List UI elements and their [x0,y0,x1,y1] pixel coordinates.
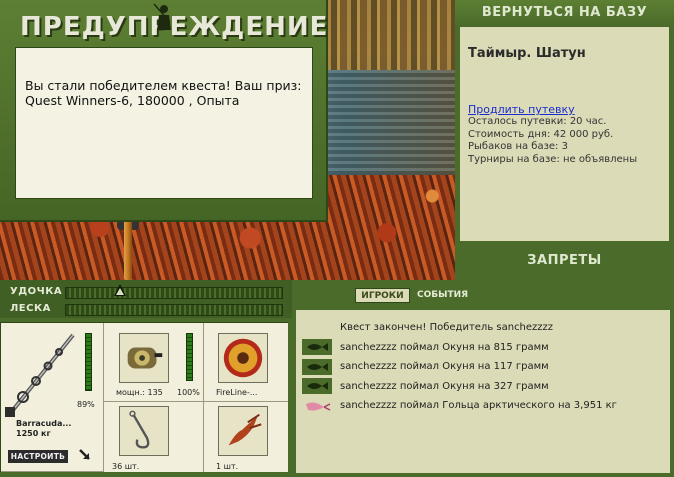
tune-button[interactable]: НАСТРОИТЬ [8,450,68,463]
line-spool-icon [223,338,263,378]
fisherman-icon [153,3,171,30]
reel-power: мощн.: 135 [116,388,163,397]
rod-bar-row: УДОЧКА [0,284,292,301]
rod-weight: 1250 кг [16,429,51,438]
rod-condition-gauge [85,333,92,391]
reel-slot[interactable]: мощн.: 135 100% [104,323,204,402]
event-text: Квест закончен! Победитель sanchezzzz [340,322,554,334]
line-bar-row: ЛЕСКА [0,301,292,318]
warning-dialog: ПРЕДУПРЕЖДЕНИЕ Вы стали победителем квес… [0,0,328,222]
bait-lure-icon [228,413,262,446]
fish-icon [302,378,332,395]
base-tournaments: Турниры на базе: не объявлены [468,153,638,165]
warning-message: Вы стали победителем квеста! Ваш приз: Q… [15,47,313,199]
reel-icon [127,347,163,369]
rod-bar-label: УДОЧКА [10,286,63,297]
event-text: sanchezzzz поймал Гольца арктического на… [340,400,617,412]
events-panel: ИГРОКИ СОБЫТИЯ Квест закончен! Победител… [292,280,674,477]
event-text: sanchezzzz поймал Окуня на 117 грамм [340,361,549,373]
rod-tension-marker-inner [115,288,124,295]
hook-slot[interactable]: 36 шт. [104,402,204,472]
bait-slot[interactable]: 1 шт. [204,402,288,472]
extend-pass-link[interactable]: Продлить путевку [468,103,661,116]
list-item: sanchezzzz поймал Окуня на 117 грамм [302,357,670,377]
line-name: FireLine-... [216,388,258,397]
return-to-base-button[interactable]: ВЕРНУТЬСЯ НА БАЗУ [455,0,674,26]
rod-tension-bar [65,287,283,299]
lure-icon [306,402,331,411]
tab-events[interactable]: СОБЫТИЯ [417,288,468,303]
base-time-left: Осталось путевки: 20 час. [468,116,607,127]
line-slot[interactable]: FireLine-... [204,323,288,402]
list-item: sanchezzzz поймал Гольца арктического на… [302,396,670,416]
base-panel: ВЕРНУТЬСЯ НА БАЗУ Таймыр. Шатун Продлить… [455,0,674,280]
equipment-grid: 89% Barracuda... 1250 кг НАСТРОИТЬ мощн.… [0,322,288,472]
fish-icon [302,358,332,375]
bans-button[interactable]: ЗАПРЕТЫ [455,250,674,272]
base-name: Таймыр. Шатун [468,46,586,61]
list-item: sanchezzzz поймал Окуня на 327 грамм [302,377,670,397]
rod-condition-text: 89% [77,400,95,409]
reel-condition-gauge [186,333,193,381]
rod-name: Barracuda... [16,419,72,428]
reel-thumb [119,333,169,383]
list-item: sanchezzzz поймал Окуня на 815 грамм [302,338,670,358]
bait-thumb [218,406,268,456]
hook-count: 36 шт. [112,462,140,471]
list-item: Квест закончен! Победитель sanchezzzz [302,318,670,338]
line-bar-label: ЛЕСКА [10,303,51,314]
tab-players[interactable]: ИГРОКИ [355,288,410,303]
bait-count: 1 шт. [216,462,239,471]
base-day-cost: Стоимость дня: 42 000 руб. [468,128,614,140]
event-text: sanchezzzz поймал Окуня на 327 грамм [340,380,549,392]
rod-icon [5,333,75,417]
hook-thumb [119,406,169,456]
hook-icon [129,410,150,449]
line-thumb [218,333,268,383]
fish-icon [302,339,332,356]
rod-slot[interactable]: 89% Barracuda... 1250 кг НАСТРОИТЬ [1,323,104,472]
base-info-card: Таймыр. Шатун Продлить путевку Осталось … [460,27,669,241]
expand-arrow-icon[interactable] [78,448,92,462]
base-fishers-count: Рыбаков на базе: 3 [468,141,568,152]
event-text: sanchezzzz поймал Окуня на 815 грамм [340,341,549,353]
tackle-bars: УДОЧКА ЛЕСКА [0,280,292,318]
line-tension-bar [65,304,283,316]
events-list: Квест закончен! Победитель sanchezzzz sa… [296,310,670,473]
reel-condition-text: 100% [177,388,200,397]
